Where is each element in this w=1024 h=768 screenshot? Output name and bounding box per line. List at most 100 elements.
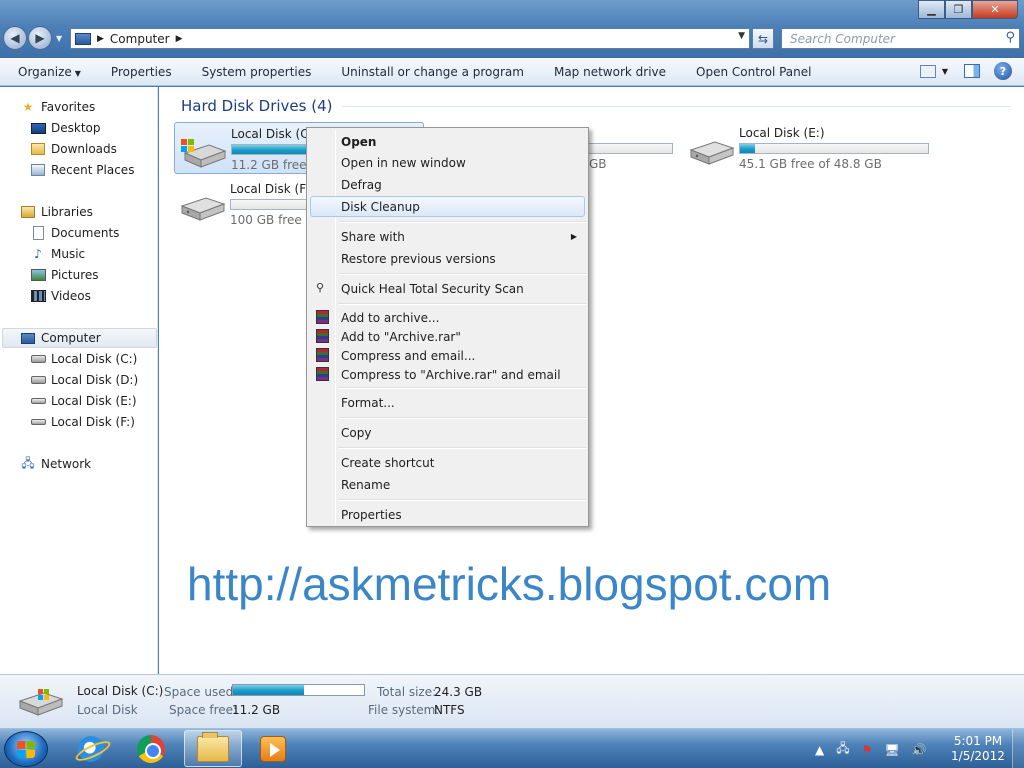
content-area: Hard Disk Drives (4) Local Disk (C:) 11.… (159, 87, 1024, 674)
uninstall-program-button[interactable]: Uninstall or change a program (341, 65, 524, 79)
system-drive-icon (18, 689, 64, 716)
menu-item-restore-previous-versions[interactable]: Restore previous versions (310, 248, 585, 269)
menu-item-compress-and-email[interactable]: Compress and email... (310, 345, 585, 366)
refresh-button[interactable]: ⇆ (752, 28, 774, 49)
menu-item-add-to-archive[interactable]: Add to archive... (310, 307, 585, 328)
recent-places-icon (30, 163, 46, 177)
menu-item-add-to-archive-rar[interactable]: Add to "Archive.rar" (310, 326, 585, 347)
nav-music[interactable]: ♪ Music (30, 244, 85, 264)
nav-libraries[interactable]: Libraries (20, 202, 93, 222)
group-divider (342, 105, 1011, 107)
drive-name: Local Disk (C:) (231, 127, 318, 141)
drive-icon (30, 415, 46, 429)
menu-item-quick-heal-scan[interactable]: ⚲ Quick Heal Total Security Scan (310, 278, 585, 299)
nav-recent-places[interactable]: Recent Places (30, 160, 134, 180)
computer-icon (20, 331, 36, 345)
group-header[interactable]: Hard Disk Drives (4) (181, 97, 1011, 115)
drive-icon (30, 394, 46, 408)
nav-favorites[interactable]: ★ Favorites (20, 97, 96, 117)
menu-item-compress-to-rar-email[interactable]: Compress to "Archive.rar" and email (310, 364, 585, 385)
nav-documents[interactable]: Documents (30, 223, 119, 243)
scan-magnifier-icon: ⚲ (316, 281, 325, 294)
forward-arrow-icon: ▶ (35, 31, 45, 45)
search-icon[interactable]: ⚲ (1005, 30, 1015, 45)
properties-button[interactable]: Properties (111, 65, 172, 79)
music-icon: ♪ (34, 247, 42, 261)
breadcrumb-separator-icon[interactable]: ▶ (97, 34, 104, 44)
star-icon: ★ (22, 100, 34, 114)
menu-item-defrag[interactable]: Defrag (310, 174, 585, 195)
menu-item-share-with[interactable]: Share with ▶ (310, 226, 585, 247)
close-button[interactable]: ✕ (972, 0, 1018, 19)
pictures-icon (30, 268, 46, 282)
start-button[interactable] (4, 731, 48, 767)
forward-button[interactable]: ▶ (28, 26, 52, 50)
menu-item-properties[interactable]: Properties (310, 504, 585, 525)
nav-local-disk-f[interactable]: Local Disk (F:) (30, 412, 135, 432)
winrar-icon (316, 367, 329, 381)
menu-separator (338, 303, 586, 305)
open-control-panel-button[interactable]: Open Control Panel (696, 65, 811, 79)
action-center-icon[interactable]: ⚑ (862, 743, 873, 757)
nav-local-disk-d[interactable]: Local Disk (D:) (30, 370, 138, 390)
volume-icon[interactable]: 🔊 (912, 743, 927, 757)
nav-computer[interactable]: Computer (2, 328, 157, 348)
internet-explorer-icon (78, 735, 104, 762)
view-dropdown-icon[interactable]: ▼ (940, 62, 950, 80)
desktop-icon (30, 121, 46, 135)
navigation-pane: ★ Favorites Desktop Downloads Recent Plac… (0, 87, 158, 674)
nav-videos[interactable]: Videos (30, 286, 91, 306)
drive-tile-e[interactable]: Local Disk (E:) 45.1 GB free of 48.8 GB (683, 122, 933, 174)
map-network-drive-button[interactable]: Map network drive (554, 65, 666, 79)
nav-network[interactable]: 🖧 Network (20, 454, 91, 474)
maximize-button[interactable]: ❐ (945, 0, 972, 19)
network-icon: 🖧 (21, 455, 35, 470)
documents-icon (30, 226, 46, 240)
menu-item-copy[interactable]: Copy (310, 422, 585, 443)
context-menu: Open Open in new window Defrag Disk Clea… (306, 127, 589, 527)
help-icon[interactable]: ? (994, 62, 1012, 80)
clock-time: 5:01 PM (953, 734, 1003, 748)
nav-pictures[interactable]: Pictures (30, 265, 99, 285)
menu-item-open-new-window[interactable]: Open in new window (310, 152, 585, 173)
taskbar-windows-explorer[interactable] (184, 730, 242, 767)
nav-downloads[interactable]: Downloads (30, 139, 117, 159)
details-space-used-bar (232, 684, 365, 696)
menu-item-rename[interactable]: Rename (310, 474, 585, 495)
details-file-system-label: File system: (368, 703, 440, 717)
drive-free-space: 100 GB free of (230, 213, 318, 227)
network-status-icon[interactable]: 🖧 (836, 739, 849, 760)
nav-desktop[interactable]: Desktop (30, 118, 101, 138)
organize-button[interactable]: Organize ▼ (18, 65, 81, 79)
network-icon[interactable]: 🖥 (884, 743, 899, 757)
menu-item-create-shortcut[interactable]: Create shortcut (310, 452, 585, 473)
menu-item-open[interactable]: Open (310, 131, 585, 152)
drive-icon (689, 141, 735, 165)
show-desktop-button[interactable] (1012, 729, 1024, 768)
recent-pages-dropdown[interactable]: ▼ (56, 34, 62, 43)
nav-local-disk-e[interactable]: Local Disk (E:) (30, 391, 137, 411)
back-button[interactable]: ◀ (3, 26, 27, 50)
preview-pane-icon[interactable] (964, 64, 980, 78)
show-hidden-icons-icon[interactable]: ▲ (815, 743, 824, 757)
menu-item-disk-cleanup[interactable]: Disk Cleanup (310, 196, 585, 217)
address-dropdown-icon[interactable]: ▼ (738, 31, 745, 41)
menu-item-format[interactable]: Format... (310, 392, 585, 413)
change-view-icon[interactable] (920, 64, 936, 78)
system-tray: ▲ 🖧 ⚑ 🖥 🔊 (815, 739, 939, 760)
system-drive-icon (181, 139, 227, 168)
breadcrumb-computer[interactable]: Computer (110, 32, 170, 46)
libraries-icon (20, 205, 36, 219)
system-properties-button[interactable]: System properties (202, 65, 312, 79)
clock[interactable]: 5:01 PM 1/5/2012 (948, 734, 1008, 764)
taskbar-chrome[interactable] (122, 730, 180, 767)
drive-icon (180, 197, 226, 221)
breadcrumb-separator-icon[interactable]: ▶ (176, 34, 183, 44)
search-input[interactable]: Search Computer ⚲ (781, 28, 1020, 49)
taskbar-internet-explorer[interactable] (62, 730, 120, 767)
address-bar[interactable]: ▶ Computer ▶ ▼ (70, 28, 750, 49)
nav-local-disk-c[interactable]: Local Disk (C:) (30, 349, 137, 369)
minimize-button[interactable]: ▁ (918, 0, 945, 19)
taskbar-media-player[interactable] (244, 730, 302, 767)
window-controls: ▁ ❐ ✕ (918, 0, 1018, 19)
